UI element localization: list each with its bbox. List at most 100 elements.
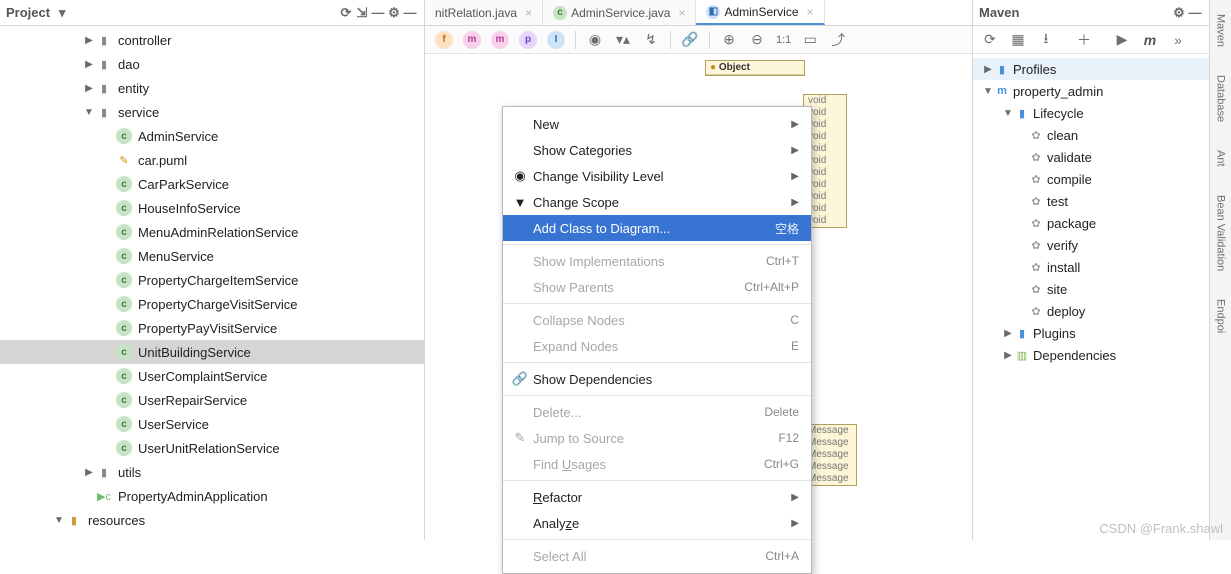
cm-delete[interactable]: Delete... Delete [503,399,811,425]
run-icon[interactable]: ▶ [1113,31,1131,49]
cm-show-implementations[interactable]: Show Implementations Ctrl+T [503,248,811,274]
tree-service-item[interactable]: cHouseInfoService [0,196,424,220]
cm-show-dependencies[interactable]: 🔗 Show Dependencies [503,366,811,392]
tree-service-item[interactable]: cUserService [0,412,424,436]
tree-service-item[interactable]: cPropertyChargeVisitService [0,292,424,316]
close-icon[interactable]: × [807,5,814,19]
hide-icon[interactable]: ― [402,5,418,21]
tree-utils[interactable]: ▶ ▮ utils [0,460,424,484]
maven-phase[interactable]: ✿install [973,256,1209,278]
tree-service-item[interactable]: cPropertyPayVisitService [0,316,424,340]
maven-project[interactable]: ▼ m property_admin [973,80,1209,102]
cm-show-parents[interactable]: Show Parents Ctrl+Alt+P [503,274,811,300]
download-icon[interactable]: ⭳ [1037,31,1055,49]
cm-select-all[interactable]: Select All Ctrl+A [503,543,811,569]
project-tree[interactable]: ▶ ▮ controller ▶ ▮ dao ▶ ▮ entity ▼ ▮ se… [0,26,424,540]
gear-icon[interactable]: ⚙ [386,5,402,21]
add-icon[interactable]: ＋ [1075,31,1093,49]
tree-service-item[interactable]: cUserComplaintService [0,364,424,388]
tree-dao[interactable]: ▶ ▮ dao [0,52,424,76]
maven-tree[interactable]: ▶ ▮ Profiles ▼ m property_admin ▼ ▮ Life… [973,54,1209,540]
locate-icon[interactable]: ⟳ [338,5,354,21]
zoom-out-icon[interactable]: ⊖ [748,31,766,49]
maven-phase[interactable]: ✿compile [973,168,1209,190]
refresh-icon[interactable]: ⟳ [981,31,999,49]
maven-phase[interactable]: ✿test [973,190,1209,212]
cm-new[interactable]: New ▶ [503,111,811,137]
tree-service[interactable]: ▼ ▮ service [0,100,424,124]
chevron-right-icon: ▶ [82,35,96,46]
close-icon[interactable]: × [678,6,685,20]
fit-content-icon[interactable]: ▭ [801,31,819,49]
expand-icon[interactable]: ⇲ [354,5,370,21]
side-tab-bean-validation[interactable]: Bean Validation [1215,191,1227,275]
tree-service-item[interactable]: cAdminService [0,124,424,148]
more-icon[interactable]: » [1169,31,1187,49]
close-icon[interactable]: × [525,6,532,20]
filter-methods-icon[interactable]: m [491,31,509,49]
maven-phase[interactable]: ✿package [973,212,1209,234]
tab-adminservice-diagram[interactable]: ◧ AdminService × [696,0,824,25]
collapse-icon[interactable]: ― [370,5,386,21]
maven-phase[interactable]: ✿site [973,278,1209,300]
side-tab-maven[interactable]: Maven [1215,10,1227,51]
cm-refactor[interactable]: Refactor ▶ [503,484,811,510]
tree-item-label: controller [118,33,171,48]
tree-service-item-selected[interactable]: cUnitBuildingService [0,340,424,364]
cm-add-class[interactable]: Add Class to Diagram... 空格 [503,215,811,241]
maven-dependencies[interactable]: ▶ ▥ Dependencies [973,344,1209,366]
maven-phase[interactable]: ✿clean [973,124,1209,146]
zoom-in-icon[interactable]: ⊕ [720,31,738,49]
uml-object-box[interactable]: ● Object [705,60,805,76]
tab-adminservice-java[interactable]: c AdminService.java × [543,0,696,25]
maven-phase[interactable]: ✿verify [973,234,1209,256]
filter-properties-icon[interactable]: p [519,31,537,49]
tree-service-item[interactable]: cUserUnitRelationService [0,436,424,460]
visibility-icon[interactable]: ◉ [586,31,604,49]
cm-jump-to-source[interactable]: ✎ Jump to Source F12 [503,425,811,451]
tree-service-item[interactable]: ✎car.puml [0,148,424,172]
maven-phase[interactable]: ✿validate [973,146,1209,168]
cm-collapse-nodes[interactable]: Collapse Nodes C [503,307,811,333]
cm-analyze[interactable]: Analyze ▶ [503,510,811,536]
apply-layout-icon[interactable]: ⤴ [829,31,847,49]
filter-fields-icon[interactable]: f [435,31,453,49]
filter-inner-icon[interactable]: I [547,31,565,49]
side-tab-endpoints[interactable]: Endpoi [1215,295,1227,337]
mv-label: deploy [1047,304,1085,319]
chevron-down-icon: ▼ [82,107,96,118]
generate-sources-icon[interactable]: ▦ [1009,31,1027,49]
tree-entity[interactable]: ▶ ▮ entity [0,76,424,100]
cm-change-visibility[interactable]: ◉ Change Visibility Level ▶ [503,163,811,189]
tree-service-item[interactable]: cMenuAdminRelationService [0,220,424,244]
mv-label: Lifecycle [1033,106,1084,121]
cm-find-usages[interactable]: Find Usages Ctrl+G [503,451,811,477]
cm-expand-nodes[interactable]: Expand Nodes E [503,333,811,359]
maven-lifecycle[interactable]: ▼ ▮ Lifecycle [973,102,1209,124]
side-tab-ant[interactable]: Ant [1215,146,1227,171]
scope-filter-icon[interactable]: ▾▴ [614,31,632,49]
tree-app-class[interactable]: ▶c PropertyAdminApplication [0,484,424,508]
filter-constructors-icon[interactable]: m [463,31,481,49]
maven-profiles[interactable]: ▶ ▮ Profiles [973,58,1209,80]
cm-change-scope[interactable]: ▼ Change Scope ▶ [503,189,811,215]
show-deps-icon[interactable]: 🔗 [681,31,699,49]
execute-goal-icon[interactable]: m [1141,31,1159,49]
dropdown-icon[interactable]: ▾ [54,5,70,21]
cm-show-categories[interactable]: Show Categories ▶ [503,137,811,163]
tree-service-item[interactable]: cPropertyChargeItemService [0,268,424,292]
tab-unitrelation[interactable]: nitRelation.java × [425,0,543,25]
zoom-actual-button[interactable]: 1:1 [776,31,791,49]
tree-controller[interactable]: ▶ ▮ controller [0,28,424,52]
layout-icon[interactable]: ↯ [642,31,660,49]
maven-plugins[interactable]: ▶ ▮ Plugins [973,322,1209,344]
cm-shortcut: E [791,339,799,353]
tree-resources[interactable]: ▼ ▮ resources [0,508,424,532]
side-tab-database[interactable]: Database [1215,71,1227,126]
gear-icon[interactable]: ⚙ [1171,5,1187,21]
tree-service-item[interactable]: cCarParkService [0,172,424,196]
tree-service-item[interactable]: cUserRepairService [0,388,424,412]
tree-service-item[interactable]: cMenuService [0,244,424,268]
hide-icon[interactable]: ― [1187,5,1203,21]
maven-phase[interactable]: ✿deploy [973,300,1209,322]
